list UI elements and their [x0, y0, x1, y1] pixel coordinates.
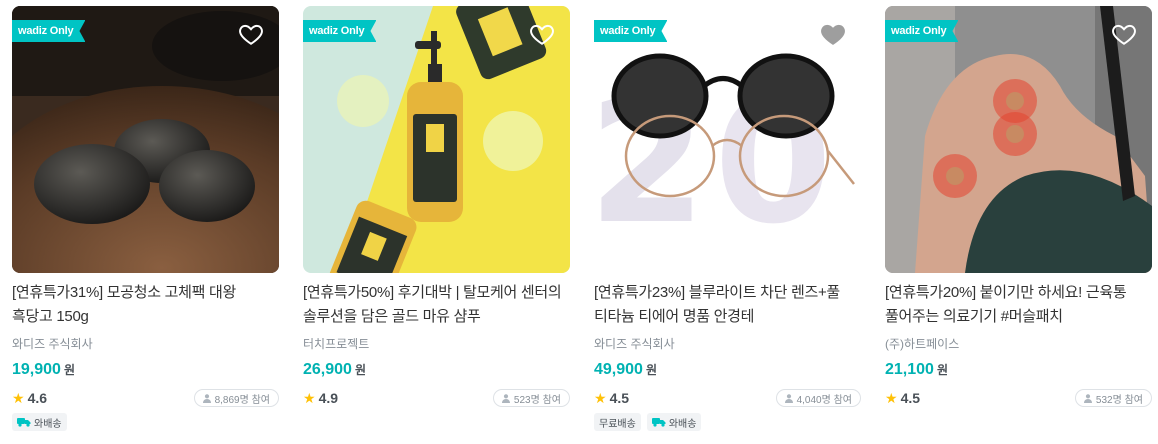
- rating-value: 4.6: [27, 390, 48, 406]
- rating: ★ 4.5: [594, 390, 629, 407]
- price-value: 26,900: [303, 361, 352, 378]
- price-row: 26,900 원: [303, 361, 570, 383]
- product-image[interactable]: 2 0 wadiz Only: [594, 6, 861, 273]
- meta-row: ★ 4.5 532명 참여: [885, 387, 1152, 409]
- wadiz-only-badge: wadiz Only: [303, 20, 376, 42]
- meta-row: ★ 4.9 523명 참여: [303, 387, 570, 409]
- person-icon: [1083, 393, 1092, 403]
- maker-name: (주)하트페이스: [885, 337, 960, 351]
- person-icon: [202, 393, 211, 403]
- participants-count: 4,040명 참여: [796, 394, 852, 406]
- product-image[interactable]: wadiz Only: [885, 6, 1152, 273]
- maker-name: 터치프로젝트: [303, 337, 370, 351]
- heart-icon[interactable]: [238, 21, 264, 47]
- product-card[interactable]: wadiz Only [연휴특가20%] 붙이기만 하세요! 근육통 풀어주는 …: [885, 6, 1152, 438]
- participants-count: 532명 참여: [1095, 394, 1143, 406]
- price-row: 49,900 원: [594, 361, 861, 383]
- delivery-tag: 와배송: [12, 413, 67, 431]
- maker-name: 와디즈 주식회사: [12, 337, 93, 351]
- rating: ★ 4.9: [303, 390, 338, 407]
- product-image[interactable]: wadiz Only: [303, 6, 570, 273]
- price-unit: 원: [936, 363, 948, 377]
- rating-value: 4.9: [318, 390, 339, 406]
- product-card[interactable]: 2 0 wadiz Only [연휴특가23%] 블루라이트 차단 렌즈+풀 티…: [594, 6, 861, 438]
- rating: ★ 4.6: [12, 390, 47, 407]
- price-unit: 원: [354, 363, 366, 377]
- participants-badge: 523명 참여: [492, 389, 570, 407]
- tag-label: 와배송: [668, 418, 697, 430]
- price-unit: 원: [645, 363, 657, 377]
- rating-value: 4.5: [900, 390, 921, 406]
- person-icon: [784, 393, 793, 403]
- rating: ★ 4.5: [885, 390, 920, 407]
- wadiz-only-badge: wadiz Only: [12, 20, 85, 42]
- participants-badge: 8,869명 참여: [193, 389, 279, 407]
- wadiz-only-badge: wadiz Only: [885, 20, 958, 42]
- product-title[interactable]: [연휴특가20%] 붙이기만 하세요! 근육통 풀어주는 의료기기 #머슬패치: [885, 281, 1152, 329]
- price-value: 21,100: [885, 361, 934, 378]
- tag-label: 무료배송: [599, 418, 636, 430]
- maker-name: 와디즈 주식회사: [594, 337, 675, 351]
- price-unit: 원: [63, 363, 75, 377]
- meta-row: ★ 4.5 4,040명 참여: [594, 387, 861, 409]
- person-icon: [501, 393, 510, 403]
- star-icon: ★: [303, 389, 316, 406]
- delivery-tag: 와배송: [646, 413, 702, 431]
- participants-count: 523명 참여: [513, 394, 561, 406]
- tag-list: 와배송: [12, 413, 279, 433]
- participants-badge: 4,040명 참여: [775, 389, 861, 407]
- participants-count: 8,869명 참여: [214, 394, 270, 406]
- free-shipping-tag: 무료배송: [594, 413, 641, 431]
- product-card[interactable]: wadiz Only [연휴특가31%] 모공청소 고체팩 대왕 흑당고 150…: [12, 6, 279, 438]
- product-card[interactable]: wadiz Only [연휴특가50%] 후기대박 | 탈모케어 센터의 솔루션…: [303, 6, 570, 438]
- product-image[interactable]: wadiz Only: [12, 6, 279, 273]
- price-row: 21,100 원: [885, 361, 1152, 383]
- star-icon: ★: [12, 389, 25, 406]
- meta-row: ★ 4.6 8,869명 참여: [12, 387, 279, 409]
- heart-icon[interactable]: [529, 21, 555, 47]
- rating-value: 4.5: [609, 390, 630, 406]
- product-title[interactable]: [연휴특가23%] 블루라이트 차단 렌즈+풀 티타늄 티에어 명품 안경테: [594, 281, 861, 329]
- tag-label: 와배송: [34, 418, 62, 430]
- heart-icon[interactable]: [820, 21, 846, 47]
- price-value: 49,900: [594, 361, 643, 378]
- heart-icon[interactable]: [1111, 21, 1137, 47]
- star-icon: ★: [885, 389, 898, 406]
- participants-badge: 532명 참여: [1074, 389, 1152, 407]
- price-value: 19,900: [12, 361, 61, 378]
- product-title[interactable]: [연휴특가50%] 후기대박 | 탈모케어 센터의 솔루션을 담은 골드 마유 …: [303, 281, 570, 329]
- truck-icon: [17, 418, 31, 427]
- tag-list: 무료배송 와배송: [594, 413, 861, 433]
- star-icon: ★: [594, 389, 607, 406]
- wadiz-only-badge: wadiz Only: [594, 20, 667, 42]
- price-row: 19,900 원: [12, 361, 279, 383]
- truck-icon: [651, 418, 666, 427]
- product-title[interactable]: [연휴특가31%] 모공청소 고체팩 대왕 흑당고 150g: [12, 281, 279, 329]
